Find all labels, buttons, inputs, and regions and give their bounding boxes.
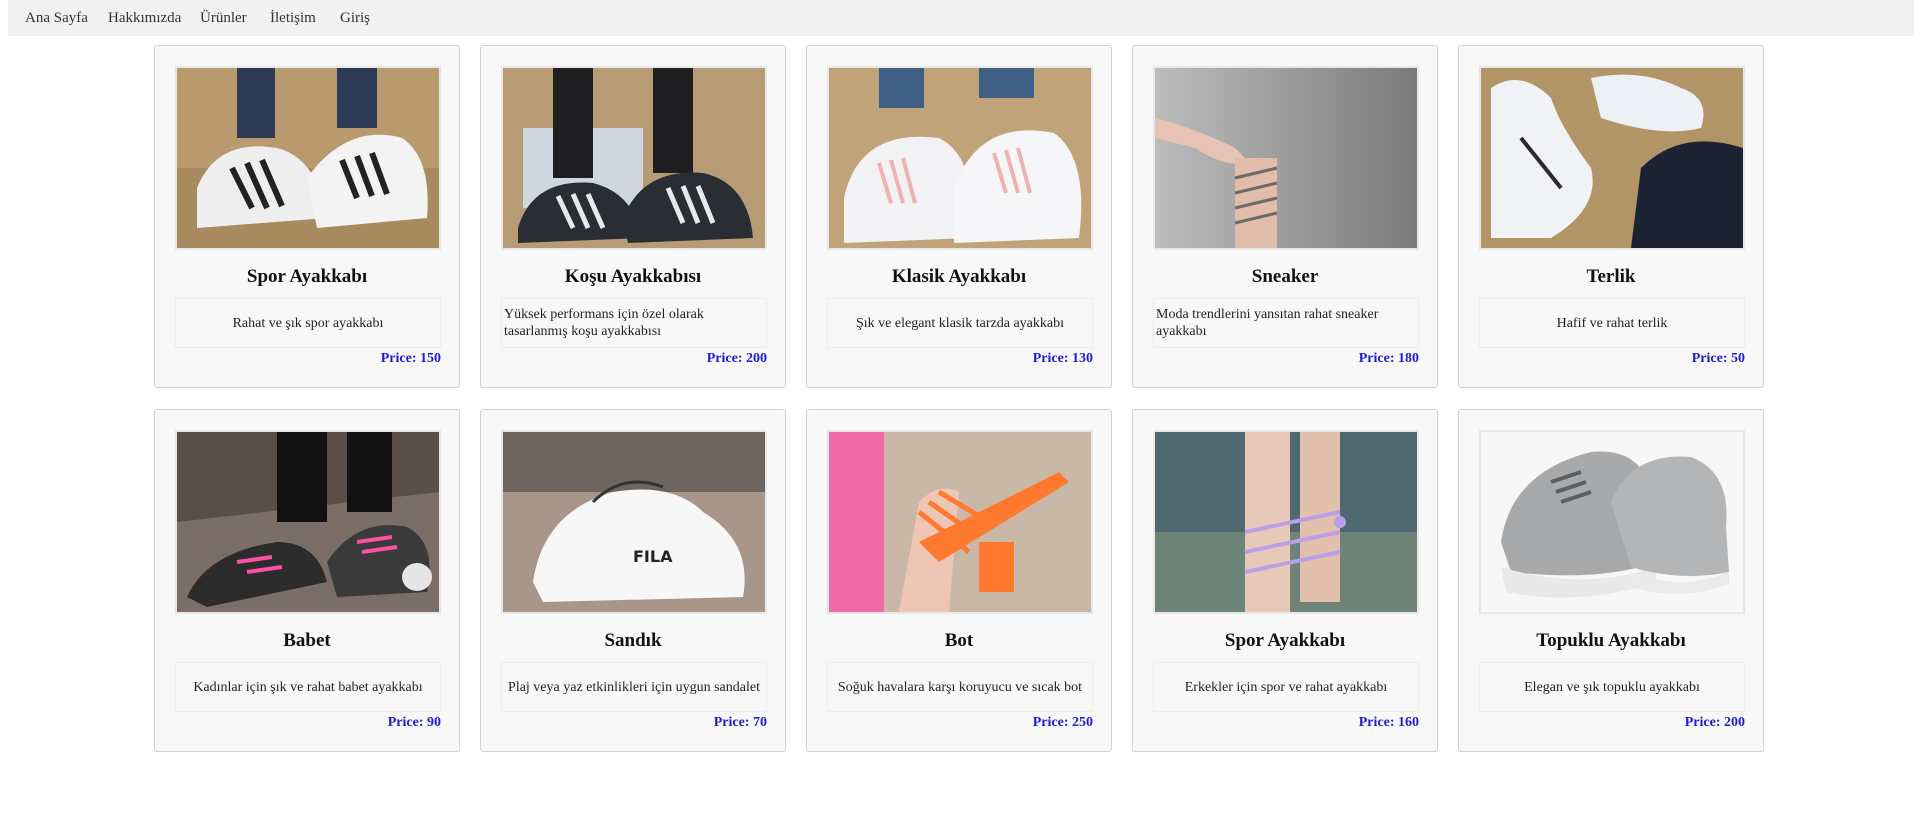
product-title: Klasik Ayakkabı — [891, 266, 1027, 287]
product-image — [1153, 66, 1419, 250]
product-card[interactable]: Spor Ayakkabı Erkekler için spor ve raha… — [1132, 409, 1438, 752]
product-title: Sandık — [604, 630, 662, 651]
product-card[interactable]: Sneaker Moda trendlerini yansıtan rahat … — [1132, 45, 1438, 388]
product-price: Price: 130 — [1032, 351, 1093, 366]
product-image — [827, 430, 1093, 614]
product-description: Yüksek performans için özel olarak tasar… — [501, 298, 767, 348]
product-image — [827, 66, 1093, 250]
product-title: Terlik — [1586, 266, 1636, 287]
product-image — [175, 66, 441, 250]
product-title: Babet — [283, 630, 331, 651]
product-card[interactable]: Terlik Hafif ve rahat terlik Price: 50 — [1458, 45, 1764, 388]
product-description: Plaj veya yaz etkinlikleri için uygun sa… — [501, 662, 767, 712]
product-price: Price: 160 — [1358, 715, 1419, 730]
product-image — [1479, 66, 1745, 250]
product-description: Erkekler için spor ve rahat ayakkabı — [1153, 662, 1419, 712]
product-title: Spor Ayakkabı — [1224, 630, 1346, 651]
product-card[interactable]: Koşu Ayakkabısı Yüksek performans için ö… — [480, 45, 786, 388]
product-card[interactable]: Bot Soğuk havalara karşı koruyucu ve sıc… — [806, 409, 1112, 752]
product-title: Sneaker — [1251, 266, 1319, 287]
product-description: Hafif ve rahat terlik — [1479, 298, 1745, 348]
product-description: Moda trendlerini yansıtan rahat sneaker … — [1153, 298, 1419, 348]
product-image — [501, 66, 767, 250]
product-title: Bot — [944, 630, 974, 651]
product-description: Şık ve elegant klasik tarzda ayakkabı — [827, 298, 1093, 348]
product-image — [1153, 430, 1419, 614]
product-card[interactable]: Spor Ayakkabı Rahat ve şık spor ayakkabı… — [154, 45, 460, 388]
product-title: Spor Ayakkabı — [246, 266, 368, 287]
product-price: Price: 200 — [1684, 715, 1745, 730]
top-navbar: Ana Sayfa Hakkımızda Ürünler İletişim Gi… — [8, 0, 1914, 36]
product-description: Rahat ve şık spor ayakkabı — [175, 298, 441, 348]
product-card[interactable]: Babet Kadınlar için şık ve rahat babet a… — [154, 409, 460, 752]
product-price: Price: 90 — [387, 715, 441, 730]
product-image — [1479, 430, 1745, 614]
product-card[interactable]: Topuklu Ayakkabı Elegan ve şık topuklu a… — [1458, 409, 1764, 752]
product-description: Kadınlar için şık ve rahat babet ayakkab… — [175, 662, 441, 712]
product-card[interactable]: FILA Sandık Plaj veya yaz etkinlikleri i… — [480, 409, 786, 752]
product-price: Price: 50 — [1691, 351, 1745, 366]
product-price: Price: 180 — [1358, 351, 1419, 366]
nav-link-contact[interactable]: İletişim — [270, 0, 316, 36]
product-card[interactable]: Klasik Ayakkabı Şık ve elegant klasik ta… — [806, 45, 1112, 388]
product-price: Price: 70 — [713, 715, 767, 730]
svg-text:FILA: FILA — [633, 547, 673, 566]
nav-link-about[interactable]: Hakkımızda — [108, 0, 181, 36]
product-description: Elegan ve şık topuklu ayakkabı — [1479, 662, 1745, 712]
product-image — [175, 430, 441, 614]
product-description: Soğuk havalara karşı koruyucu ve sıcak b… — [827, 662, 1093, 712]
product-image: FILA — [501, 430, 767, 614]
product-price: Price: 150 — [380, 351, 441, 366]
nav-link-products[interactable]: Ürünler — [200, 0, 247, 36]
product-price: Price: 200 — [706, 351, 767, 366]
product-title: Topuklu Ayakkabı — [1536, 630, 1686, 651]
nav-link-home[interactable]: Ana Sayfa — [25, 0, 88, 36]
nav-link-login[interactable]: Giriş — [340, 0, 370, 36]
product-title: Koşu Ayakkabısı — [564, 266, 702, 287]
product-price: Price: 250 — [1032, 715, 1093, 730]
